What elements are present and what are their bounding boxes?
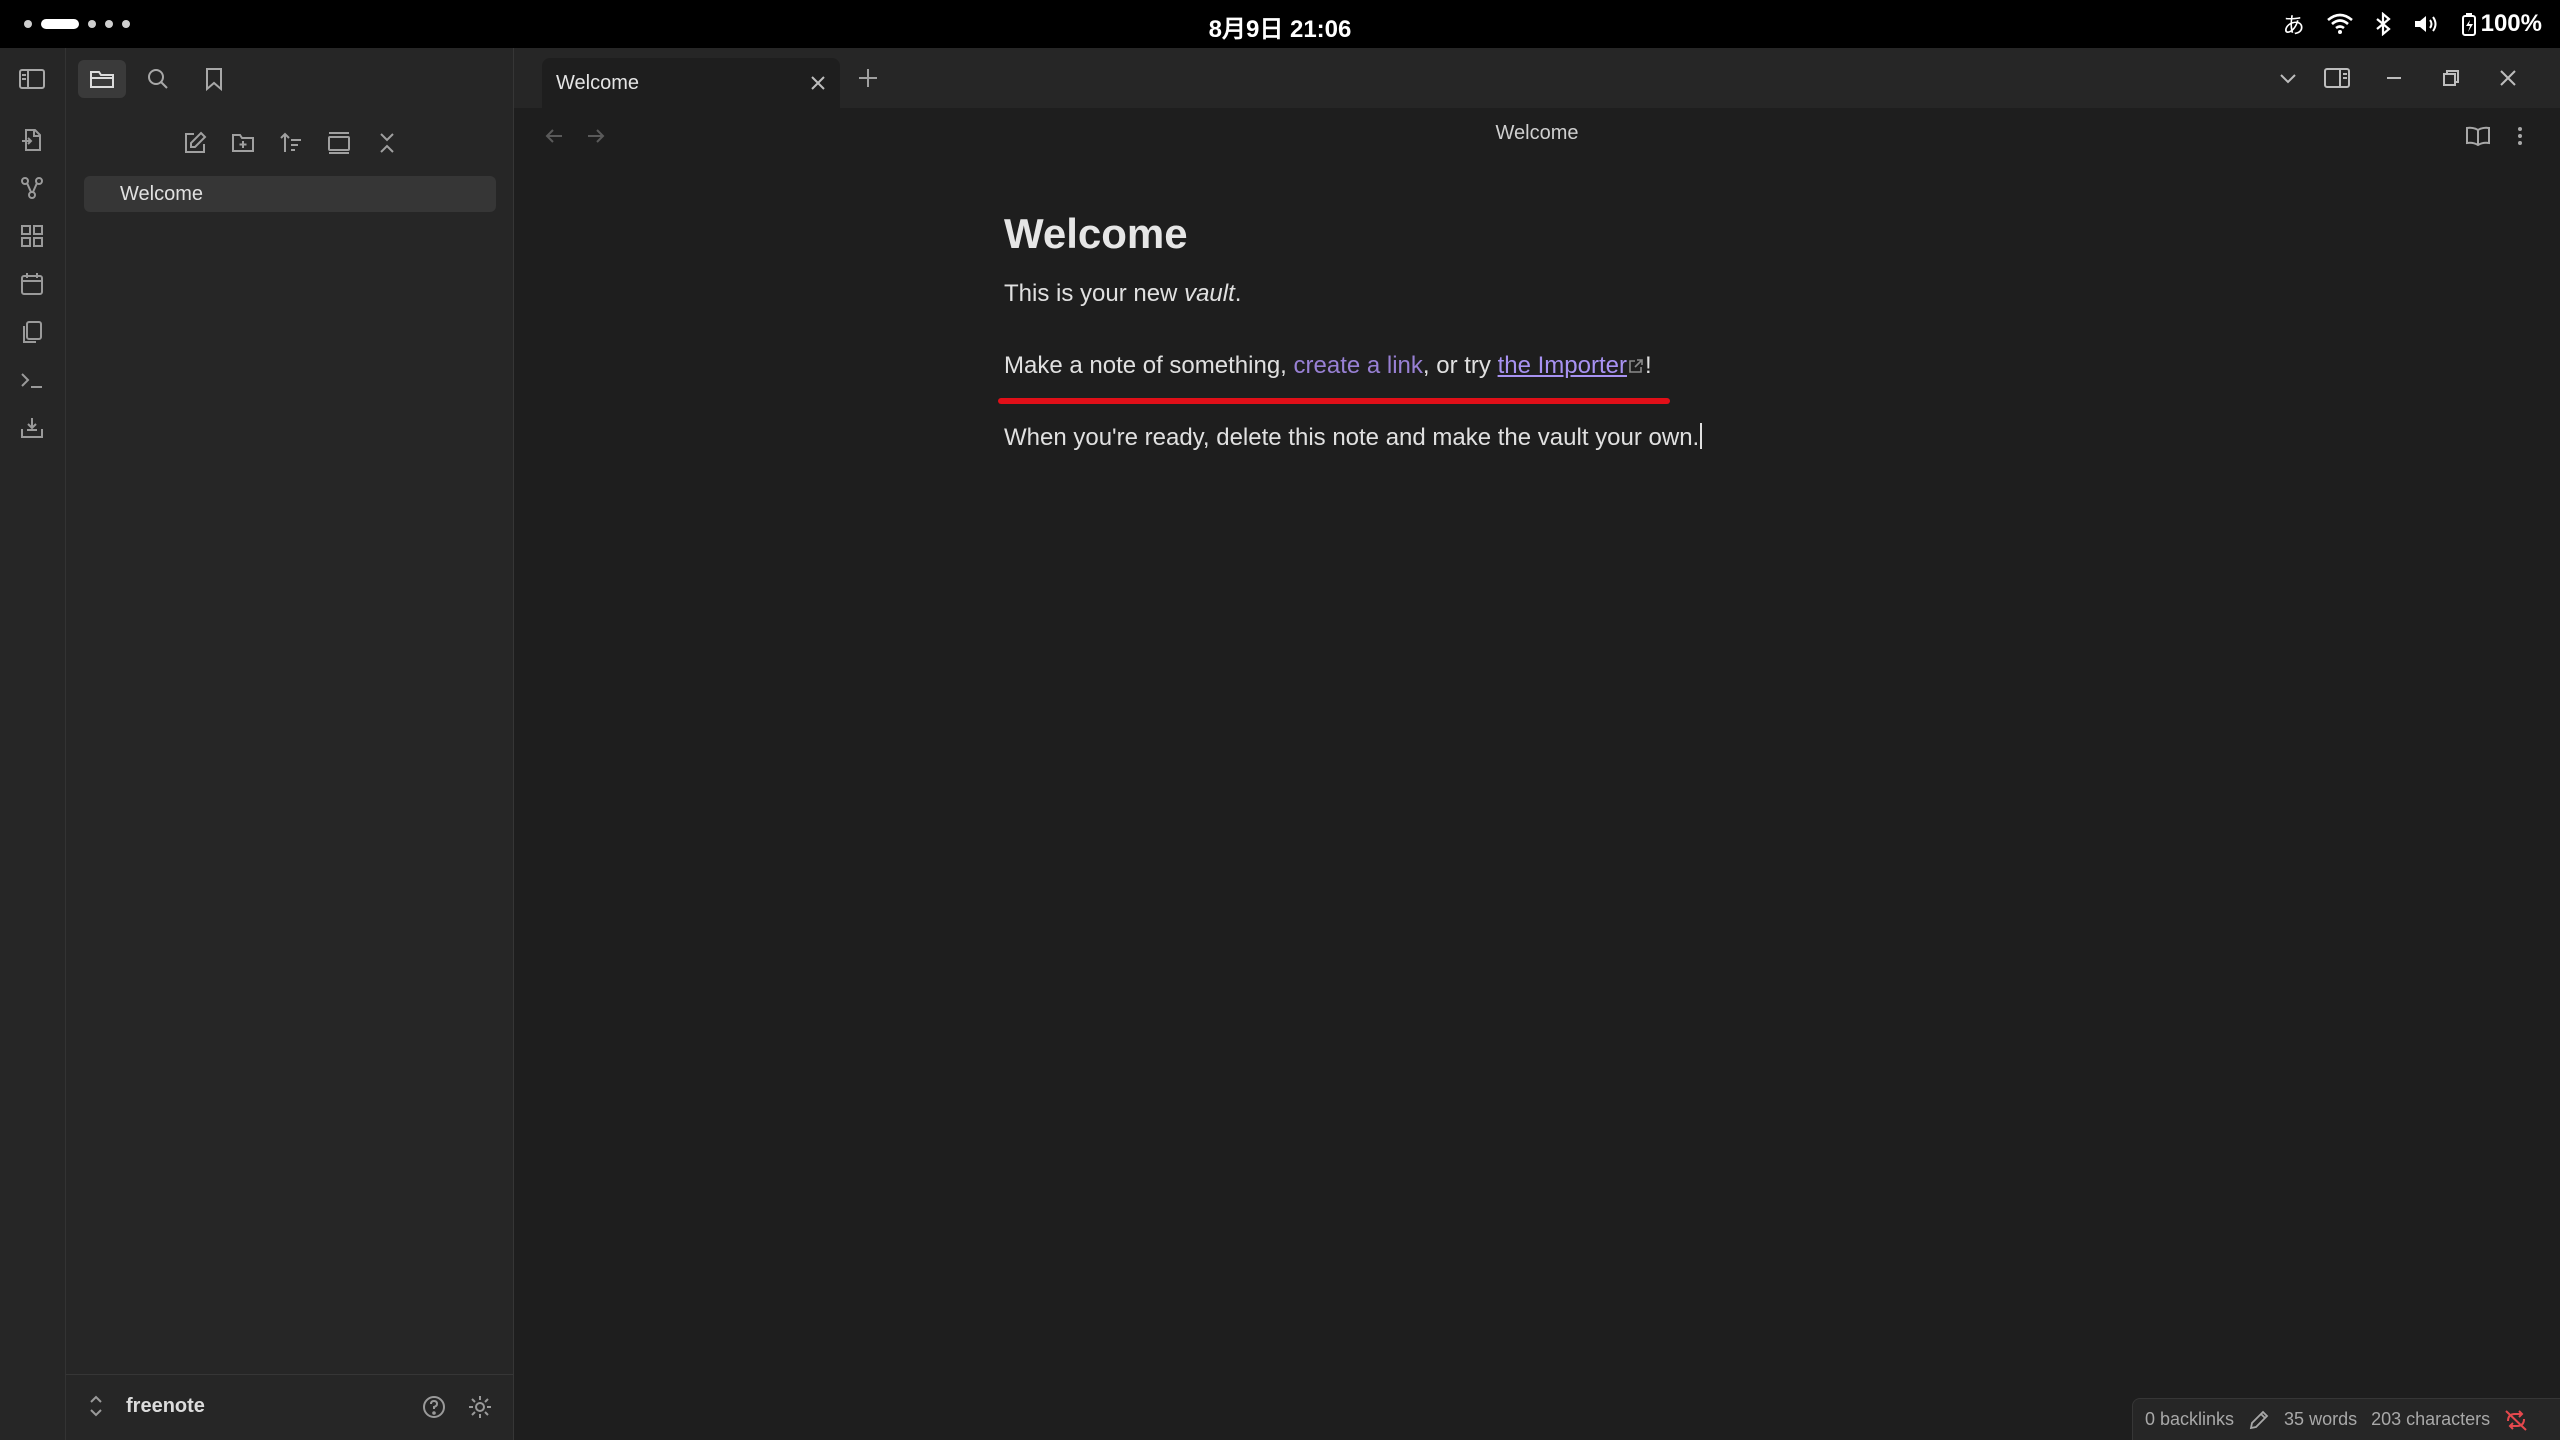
sync-error-icon[interactable] <box>2504 1409 2528 1431</box>
view-header: Welcome <box>514 108 2560 164</box>
workspace-dot <box>105 20 113 28</box>
battery-icon <box>2461 13 2476 36</box>
note-paragraph-3: When you're ready, delete this note and … <box>1004 420 1764 456</box>
note-paragraph-1: This is your new vault. <box>1004 280 1242 307</box>
calendar-icon[interactable] <box>16 268 48 300</box>
templates-icon[interactable] <box>16 316 48 348</box>
workspace-dot <box>24 20 32 28</box>
os-status-bar: 8月9日 21:06 あ 100% <box>0 0 2560 48</box>
editing-mode-pencil-icon[interactable] <box>2248 1409 2270 1431</box>
battery-percentage: 100% <box>2480 10 2542 37</box>
word-count[interactable]: 35 words <box>2284 1409 2357 1430</box>
ribbon <box>0 48 66 1440</box>
importer-icon[interactable] <box>16 412 48 444</box>
reading-view-book-icon[interactable] <box>2462 120 2494 152</box>
more-options-icon[interactable] <box>2504 120 2536 152</box>
toggle-sidebar-icon[interactable] <box>10 60 54 98</box>
new-folder-icon[interactable] <box>226 126 260 160</box>
wifi-icon[interactable] <box>2326 13 2353 35</box>
note-heading: Welcome <box>1004 210 1188 257</box>
vault-switcher-chevrons-icon[interactable] <box>88 1393 104 1424</box>
external-link-icon <box>1627 352 1645 379</box>
status-bar: 0 backlinks 35 words 203 characters <box>2132 1398 2560 1440</box>
search-tab-icon[interactable] <box>134 60 182 98</box>
external-link-the-importer[interactable]: the Importer <box>1498 352 1627 379</box>
os-tray: あ 100% <box>2283 8 2542 40</box>
bookmarks-tab-icon[interactable] <box>190 60 238 98</box>
note-paragraph-2: Make a note of something, create a link,… <box>1004 352 1652 379</box>
internal-link-create-a-link[interactable]: create a link <box>1294 352 1423 379</box>
volume-icon[interactable] <box>2413 13 2439 35</box>
tab-bar: Welcome <box>514 48 2560 108</box>
auto-reveal-icon[interactable] <box>322 126 356 160</box>
file-explorer-actions <box>66 120 514 164</box>
ime-indicator[interactable]: あ <box>2283 8 2305 40</box>
text-cursor <box>1700 423 1703 449</box>
tab-welcome[interactable]: Welcome <box>542 58 840 108</box>
toggle-right-sidebar-icon[interactable] <box>2322 63 2352 93</box>
collapse-all-icon[interactable] <box>370 126 404 160</box>
new-tab-plus-icon[interactable] <box>854 64 882 92</box>
bluetooth-icon[interactable] <box>2375 12 2391 36</box>
tab-list-chevron-down-icon[interactable] <box>2273 63 2303 93</box>
graph-view-icon[interactable] <box>16 172 48 204</box>
tab-title: Welcome <box>556 72 639 94</box>
new-note-icon[interactable] <box>178 126 212 160</box>
emphasis-vault: vault <box>1184 280 1235 307</box>
red-underline-annotation <box>998 398 1670 404</box>
workspace-indicator[interactable] <box>24 19 130 29</box>
view-header-title[interactable]: Welcome <box>514 122 2560 145</box>
workspace-dot <box>122 20 130 28</box>
note-editor[interactable]: Welcome This is your new vault. Make a n… <box>1004 210 1764 492</box>
workspace-dot <box>88 20 96 28</box>
help-icon[interactable] <box>418 1391 450 1423</box>
files-tab-icon[interactable] <box>78 60 126 98</box>
active-workspace-pill <box>41 19 79 29</box>
sidebar-tab-header <box>19 48 514 108</box>
left-sidebar: Welcome freenote <box>19 48 514 1440</box>
open-quick-switcher-icon[interactable] <box>16 124 48 156</box>
minimize-window-icon[interactable] <box>2379 63 2409 93</box>
vault-name[interactable]: freenote <box>126 1395 205 1418</box>
battery-status[interactable]: 100% <box>2461 10 2542 38</box>
character-count[interactable]: 203 characters <box>2371 1409 2490 1430</box>
file-tree-item-welcome[interactable]: Welcome <box>84 176 496 212</box>
os-clock[interactable]: 8月9日 21:06 <box>1100 9 1460 44</box>
backlinks-count[interactable]: 0 backlinks <box>2145 1409 2234 1430</box>
command-palette-icon[interactable] <box>16 364 48 396</box>
sort-order-icon[interactable] <box>274 126 308 160</box>
settings-gear-icon[interactable] <box>464 1391 496 1423</box>
canvas-icon[interactable] <box>16 220 48 252</box>
close-window-icon[interactable] <box>2493 63 2523 93</box>
vault-profile-bar: freenote <box>66 1374 514 1440</box>
close-tab-icon[interactable] <box>806 71 830 95</box>
restore-window-icon[interactable] <box>2436 63 2466 93</box>
